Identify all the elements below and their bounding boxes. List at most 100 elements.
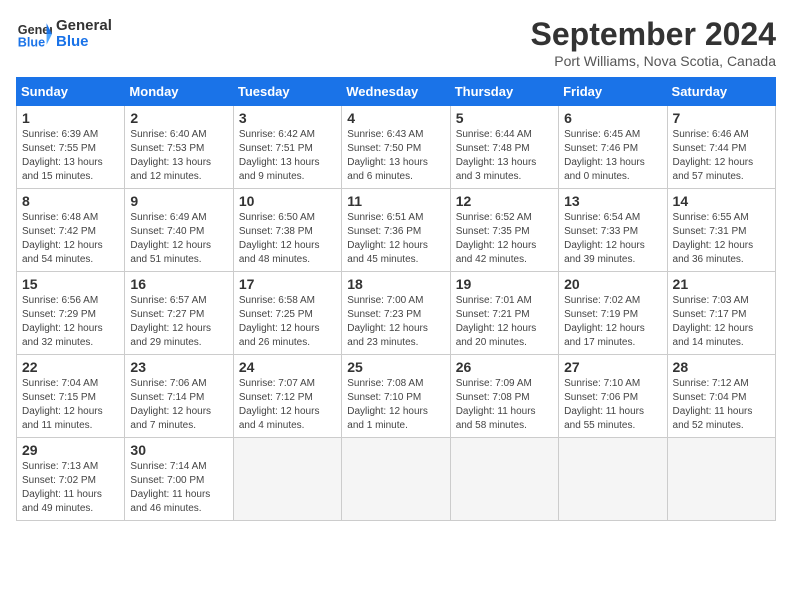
table-row: 4 Sunrise: 6:43 AMSunset: 7:50 PMDayligh… [342, 106, 450, 189]
day-info: Sunrise: 6:55 AMSunset: 7:31 PMDaylight:… [673, 211, 770, 267]
day-number: 20 [564, 276, 661, 292]
day-info: Sunrise: 6:46 AMSunset: 7:44 PMDaylight:… [673, 128, 770, 184]
table-row: 5 Sunrise: 6:44 AMSunset: 7:48 PMDayligh… [450, 106, 558, 189]
day-info: Sunrise: 7:13 AMSunset: 7:02 PMDaylight:… [22, 460, 119, 516]
day-number: 8 [22, 193, 119, 209]
day-info: Sunrise: 7:06 AMSunset: 7:14 PMDaylight:… [130, 377, 227, 433]
table-row: 19 Sunrise: 7:01 AMSunset: 7:21 PMDaylig… [450, 272, 558, 355]
day-info: Sunrise: 6:49 AMSunset: 7:40 PMDaylight:… [130, 211, 227, 267]
day-info: Sunrise: 7:12 AMSunset: 7:04 PMDaylight:… [673, 377, 770, 433]
col-friday: Friday [559, 78, 667, 106]
svg-text:Blue: Blue [18, 36, 45, 50]
table-row: 18 Sunrise: 7:00 AMSunset: 7:23 PMDaylig… [342, 272, 450, 355]
day-info: Sunrise: 7:02 AMSunset: 7:19 PMDaylight:… [564, 294, 661, 350]
table-row [450, 438, 558, 521]
day-info: Sunrise: 7:04 AMSunset: 7:15 PMDaylight:… [22, 377, 119, 433]
day-info: Sunrise: 6:51 AMSunset: 7:36 PMDaylight:… [347, 211, 444, 267]
table-row: 13 Sunrise: 6:54 AMSunset: 7:33 PMDaylig… [559, 189, 667, 272]
table-row: 22 Sunrise: 7:04 AMSunset: 7:15 PMDaylig… [17, 355, 125, 438]
header-row: Sunday Monday Tuesday Wednesday Thursday… [17, 78, 776, 106]
day-number: 26 [456, 359, 553, 375]
day-number: 3 [239, 110, 336, 126]
day-number: 6 [564, 110, 661, 126]
day-number: 16 [130, 276, 227, 292]
calendar-week-row: 22 Sunrise: 7:04 AMSunset: 7:15 PMDaylig… [17, 355, 776, 438]
day-number: 25 [347, 359, 444, 375]
logo-icon: General Blue [16, 16, 52, 52]
table-row: 6 Sunrise: 6:45 AMSunset: 7:46 PMDayligh… [559, 106, 667, 189]
col-sunday: Sunday [17, 78, 125, 106]
calendar-week-row: 29 Sunrise: 7:13 AMSunset: 7:02 PMDaylig… [17, 438, 776, 521]
day-number: 18 [347, 276, 444, 292]
col-monday: Monday [125, 78, 233, 106]
day-info: Sunrise: 6:39 AMSunset: 7:55 PMDaylight:… [22, 128, 119, 184]
day-info: Sunrise: 7:10 AMSunset: 7:06 PMDaylight:… [564, 377, 661, 433]
table-row: 10 Sunrise: 6:50 AMSunset: 7:38 PMDaylig… [233, 189, 341, 272]
day-info: Sunrise: 7:03 AMSunset: 7:17 PMDaylight:… [673, 294, 770, 350]
page-header: General Blue General Blue September 2024… [16, 16, 776, 69]
calendar-week-row: 15 Sunrise: 6:56 AMSunset: 7:29 PMDaylig… [17, 272, 776, 355]
col-thursday: Thursday [450, 78, 558, 106]
table-row: 7 Sunrise: 6:46 AMSunset: 7:44 PMDayligh… [667, 106, 775, 189]
col-wednesday: Wednesday [342, 78, 450, 106]
day-info: Sunrise: 6:40 AMSunset: 7:53 PMDaylight:… [130, 128, 227, 184]
table-row: 16 Sunrise: 6:57 AMSunset: 7:27 PMDaylig… [125, 272, 233, 355]
day-number: 29 [22, 442, 119, 458]
table-row [233, 438, 341, 521]
day-number: 17 [239, 276, 336, 292]
day-info: Sunrise: 7:09 AMSunset: 7:08 PMDaylight:… [456, 377, 553, 433]
table-row: 27 Sunrise: 7:10 AMSunset: 7:06 PMDaylig… [559, 355, 667, 438]
table-row: 17 Sunrise: 6:58 AMSunset: 7:25 PMDaylig… [233, 272, 341, 355]
day-number: 21 [673, 276, 770, 292]
day-number: 24 [239, 359, 336, 375]
day-number: 11 [347, 193, 444, 209]
day-number: 10 [239, 193, 336, 209]
calendar-title-area: September 2024 Port Williams, Nova Scoti… [531, 16, 776, 69]
col-saturday: Saturday [667, 78, 775, 106]
day-number: 28 [673, 359, 770, 375]
table-row: 26 Sunrise: 7:09 AMSunset: 7:08 PMDaylig… [450, 355, 558, 438]
table-row [342, 438, 450, 521]
table-row [559, 438, 667, 521]
day-number: 27 [564, 359, 661, 375]
day-number: 9 [130, 193, 227, 209]
day-info: Sunrise: 6:50 AMSunset: 7:38 PMDaylight:… [239, 211, 336, 267]
table-row: 14 Sunrise: 6:55 AMSunset: 7:31 PMDaylig… [667, 189, 775, 272]
calendar-week-row: 1 Sunrise: 6:39 AMSunset: 7:55 PMDayligh… [17, 106, 776, 189]
day-number: 2 [130, 110, 227, 126]
day-info: Sunrise: 7:07 AMSunset: 7:12 PMDaylight:… [239, 377, 336, 433]
day-info: Sunrise: 6:48 AMSunset: 7:42 PMDaylight:… [22, 211, 119, 267]
calendar-table: Sunday Monday Tuesday Wednesday Thursday… [16, 77, 776, 521]
day-info: Sunrise: 6:56 AMSunset: 7:29 PMDaylight:… [22, 294, 119, 350]
day-number: 1 [22, 110, 119, 126]
day-number: 12 [456, 193, 553, 209]
table-row: 29 Sunrise: 7:13 AMSunset: 7:02 PMDaylig… [17, 438, 125, 521]
col-tuesday: Tuesday [233, 78, 341, 106]
table-row: 9 Sunrise: 6:49 AMSunset: 7:40 PMDayligh… [125, 189, 233, 272]
day-info: Sunrise: 6:58 AMSunset: 7:25 PMDaylight:… [239, 294, 336, 350]
day-info: Sunrise: 7:08 AMSunset: 7:10 PMDaylight:… [347, 377, 444, 433]
logo-text-blue: Blue [56, 34, 112, 51]
day-number: 19 [456, 276, 553, 292]
day-number: 5 [456, 110, 553, 126]
table-row: 25 Sunrise: 7:08 AMSunset: 7:10 PMDaylig… [342, 355, 450, 438]
day-info: Sunrise: 7:01 AMSunset: 7:21 PMDaylight:… [456, 294, 553, 350]
day-info: Sunrise: 6:42 AMSunset: 7:51 PMDaylight:… [239, 128, 336, 184]
day-number: 30 [130, 442, 227, 458]
location-title: Port Williams, Nova Scotia, Canada [531, 53, 776, 69]
calendar-week-row: 8 Sunrise: 6:48 AMSunset: 7:42 PMDayligh… [17, 189, 776, 272]
day-info: Sunrise: 6:43 AMSunset: 7:50 PMDaylight:… [347, 128, 444, 184]
table-row: 23 Sunrise: 7:06 AMSunset: 7:14 PMDaylig… [125, 355, 233, 438]
day-info: Sunrise: 6:57 AMSunset: 7:27 PMDaylight:… [130, 294, 227, 350]
day-info: Sunrise: 6:44 AMSunset: 7:48 PMDaylight:… [456, 128, 553, 184]
table-row: 28 Sunrise: 7:12 AMSunset: 7:04 PMDaylig… [667, 355, 775, 438]
day-number: 14 [673, 193, 770, 209]
day-number: 4 [347, 110, 444, 126]
day-number: 22 [22, 359, 119, 375]
table-row: 8 Sunrise: 6:48 AMSunset: 7:42 PMDayligh… [17, 189, 125, 272]
table-row: 30 Sunrise: 7:14 AMSunset: 7:00 PMDaylig… [125, 438, 233, 521]
table-row: 12 Sunrise: 6:52 AMSunset: 7:35 PMDaylig… [450, 189, 558, 272]
day-info: Sunrise: 6:45 AMSunset: 7:46 PMDaylight:… [564, 128, 661, 184]
day-info: Sunrise: 7:14 AMSunset: 7:00 PMDaylight:… [130, 460, 227, 516]
table-row: 15 Sunrise: 6:56 AMSunset: 7:29 PMDaylig… [17, 272, 125, 355]
